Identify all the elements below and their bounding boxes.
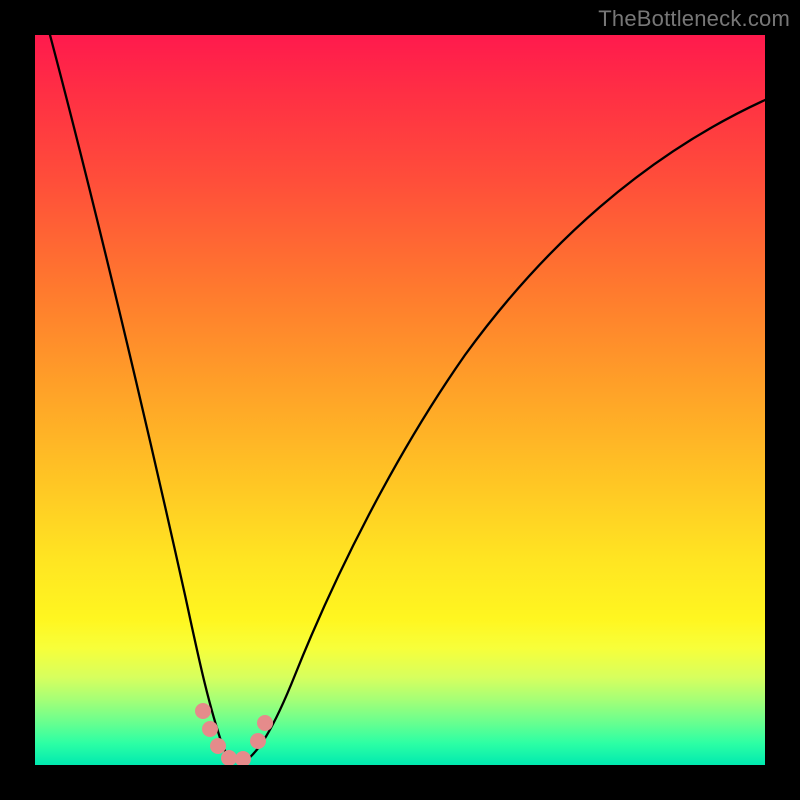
marker-dot (210, 738, 226, 754)
marker-dot (257, 715, 273, 731)
bottleneck-curve (35, 35, 765, 765)
marker-dot (250, 733, 266, 749)
marker-dot (195, 703, 211, 719)
curve-right (243, 100, 765, 762)
watermark-text: TheBottleneck.com (598, 6, 790, 32)
chart-frame: TheBottleneck.com (0, 0, 800, 800)
curve-left (50, 35, 223, 747)
marker-dot (221, 750, 237, 765)
plot-area (35, 35, 765, 765)
marker-dot (202, 721, 218, 737)
marker-dot (235, 751, 251, 765)
